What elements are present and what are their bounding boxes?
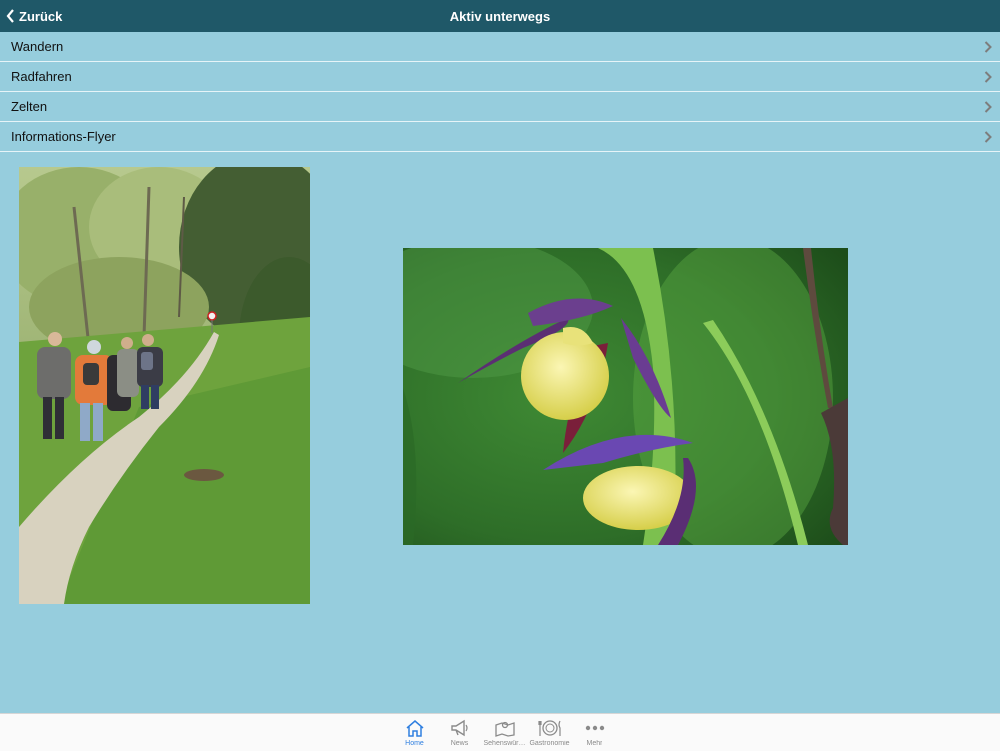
menu-item-wandern[interactable]: Wandern bbox=[0, 32, 1000, 62]
tab-label: Gastronomie bbox=[529, 740, 570, 747]
hikers-photo bbox=[19, 167, 310, 604]
page-title: Aktiv unterwegs bbox=[449, 9, 551, 24]
chevron-right-icon bbox=[984, 130, 992, 143]
menu-list: Wandern Radfahren Zelten Informations-Fl… bbox=[0, 32, 1000, 152]
menu-item-label: Wandern bbox=[11, 39, 64, 54]
orchid-photo bbox=[403, 248, 848, 545]
chevron-right-icon bbox=[984, 70, 992, 83]
megaphone-icon bbox=[450, 719, 468, 737]
tab-label: News bbox=[450, 740, 469, 747]
back-button-label: Zurück bbox=[19, 8, 63, 24]
chevron-right-icon bbox=[984, 100, 992, 113]
more-dots-icon bbox=[585, 725, 604, 731]
map-icon bbox=[494, 721, 515, 737]
menu-item-informations-flyer[interactable]: Informations-Flyer bbox=[0, 122, 1000, 152]
back-button[interactable]: Zurück bbox=[6, 0, 62, 32]
tab-news[interactable]: News bbox=[437, 714, 482, 751]
tab-label: Mehr bbox=[586, 740, 603, 747]
navigation-bar: Zurück Aktiv unterwegs bbox=[0, 0, 1000, 32]
tab-home[interactable]: Home bbox=[392, 714, 437, 751]
plate-cutlery-icon bbox=[537, 720, 561, 736]
menu-item-label: Radfahren bbox=[11, 69, 72, 84]
tab-sehenswuerdigkeiten[interactable]: Sehenswür… bbox=[482, 714, 527, 751]
home-icon bbox=[406, 720, 423, 737]
tab-label: Home bbox=[405, 740, 424, 747]
tab-mehr[interactable]: Mehr bbox=[572, 714, 617, 751]
tab-gastronomie[interactable]: Gastronomie bbox=[527, 714, 572, 751]
tab-bar: Home News Sehenswür… Gastronomie Mehr bbox=[0, 713, 1000, 751]
tab-label: Sehenswür… bbox=[483, 740, 526, 747]
menu-item-label: Informations-Flyer bbox=[11, 129, 116, 144]
menu-item-zelten[interactable]: Zelten bbox=[0, 92, 1000, 122]
menu-item-radfahren[interactable]: Radfahren bbox=[0, 62, 1000, 92]
chevron-left-icon bbox=[6, 9, 14, 23]
chevron-right-icon bbox=[984, 40, 992, 53]
menu-item-label: Zelten bbox=[11, 99, 48, 114]
